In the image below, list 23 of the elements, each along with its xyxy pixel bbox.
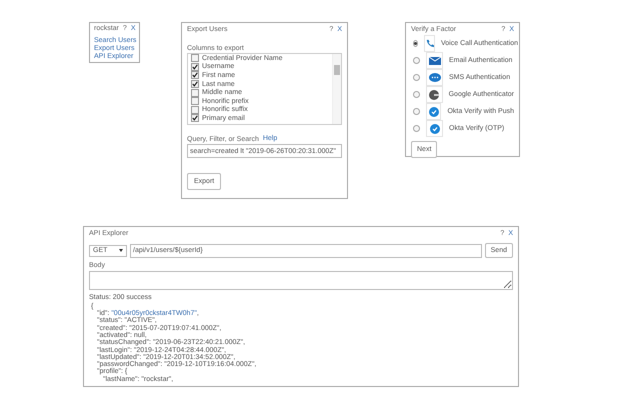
body-field[interactable] [89,271,513,290]
caret-icon [119,249,123,252]
radio-button[interactable] [413,125,420,132]
checkbox[interactable] [191,106,199,114]
radio-button[interactable] [413,57,420,64]
check-circle-icon [430,124,440,134]
checkbox[interactable] [191,71,199,80]
envelope-icon [428,56,440,64]
radio-button[interactable] [413,91,420,98]
checkbox[interactable] [191,97,199,106]
check-circle-icon [428,106,439,116]
checkbox[interactable] [191,54,199,62]
radio-button[interactable] [413,108,420,115]
checkbox[interactable] [191,80,199,88]
checkbox[interactable] [191,114,199,122]
radio-button[interactable] [413,40,418,47]
checkbox[interactable] [191,88,199,97]
scrollbar[interactable] [332,54,341,124]
phone-icon [425,39,434,48]
radio-button[interactable] [413,74,420,81]
chat-bubble-icon [428,72,440,82]
authenticator-icon [429,90,440,100]
checkbox[interactable] [191,62,199,71]
